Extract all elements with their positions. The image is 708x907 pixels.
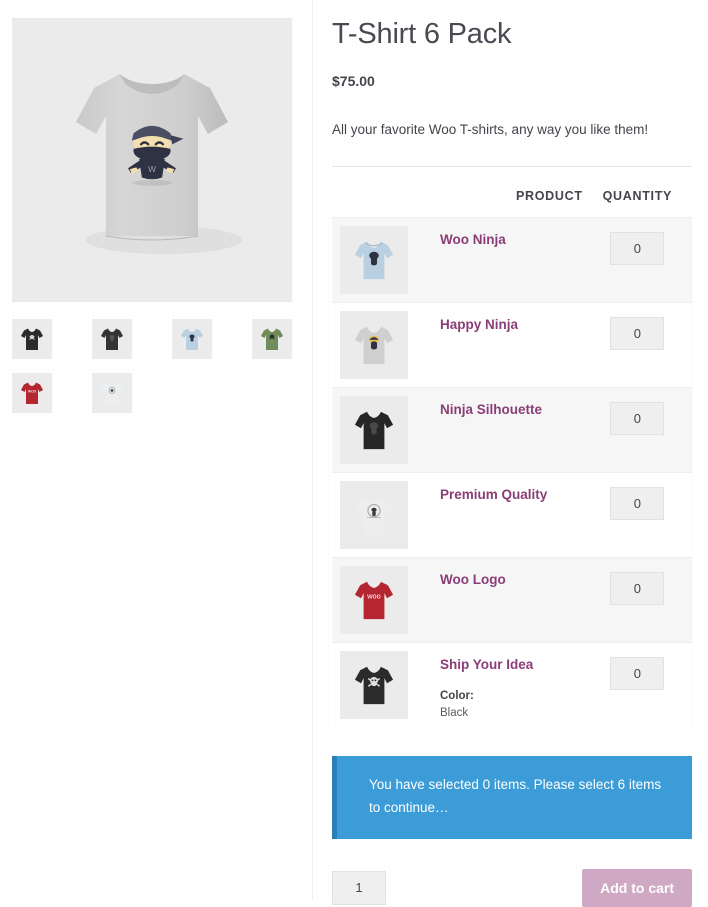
row-product-cell: Woo Logo [408,557,583,642]
row-thumbnail-cell [332,642,408,730]
add-to-cart-row: Add to cart [332,868,692,907]
column-header-product: PRODUCT [516,188,583,203]
row-product-cell: Woo Ninja [408,217,583,302]
tshirt-thumb-icon [101,382,123,404]
tshirt-thumb-icon: woo [21,382,43,404]
svg-text:W: W [148,165,156,174]
gallery-thumbnail[interactable] [92,319,132,359]
row-product-cell: Ninja Silhouette [408,387,583,472]
gallery-thumbnail[interactable] [12,319,52,359]
row-quantity-cell [583,642,692,730]
product-link[interactable]: Ship Your Idea [440,657,533,672]
gallery-thumbnail[interactable] [172,319,212,359]
product-thumbnail[interactable] [340,395,408,464]
row-thumbnail-cell [332,302,408,387]
product-thumbnail[interactable] [340,650,408,719]
selection-notice: You have selected 0 items. Please select… [332,756,692,839]
quantity-input[interactable] [610,656,665,690]
tshirt-thumb-icon [21,328,43,350]
main-product-image[interactable]: W [12,18,292,302]
svg-text:woo: woo [366,591,381,600]
product-page: W woo T-Shirt 6 Pack $75.00 All your fav… [0,0,708,907]
gallery-thumbnail[interactable] [252,319,292,359]
tshirt-black-skull-icon [354,666,394,705]
table-row: Premium Quality [332,472,692,558]
row-thumbnail-cell [332,387,408,472]
product-short-description: All your favorite Woo T-shirts, any way … [332,122,649,138]
tshirt-white-ninja-icon [354,496,394,535]
table-header: PRODUCT QUANTITY [332,167,692,218]
tshirt-gray-ninja-icon [354,326,394,365]
row-quantity-cell [583,302,692,387]
table-row: Happy Ninja [332,302,692,388]
tshirt-blue-ninja-icon [354,241,394,280]
gallery-thumbnail[interactable] [92,373,132,413]
tshirt-thumb-icon [261,328,283,350]
row-thumbnail-cell [332,472,408,557]
product-thumbnail[interactable] [340,225,408,294]
bundled-products-table: PRODUCT QUANTITY Woo Ninja 0 Happy Ninja… [332,167,692,731]
row-quantity-cell [583,217,692,302]
table-row: woo Woo Logo [332,557,692,643]
table-row: Ninja Silhouette [332,387,692,473]
product-title: T-Shirt 6 Pack [332,18,512,50]
quantity-input[interactable] [610,486,665,520]
column-header-thumbnail [332,167,408,218]
gallery-thumbnails: woo [12,319,304,427]
row-product-cell: Happy Ninja [408,302,583,387]
product-link[interactable]: Premium Quality [440,487,547,502]
row-thumbnail-cell [332,217,408,302]
quantity-input[interactable] [610,571,665,605]
product-link[interactable]: Happy Ninja [440,317,518,332]
row-quantity-cell [583,387,692,472]
product-link[interactable]: Ninja Silhouette [440,402,542,417]
quantity-input[interactable] [610,401,665,435]
product-thumbnail[interactable] [340,480,408,549]
table-row: Ship Your Idea Color: Black [332,642,692,731]
table-body: Woo Ninja 0 Happy Ninja 0 Ninja Silhouet… [332,217,692,731]
table-row: Woo Ninja [332,217,692,303]
product-variation: Color: Black [440,688,583,723]
add-to-cart-button[interactable]: Add to cart [582,868,692,907]
product-link[interactable]: Woo Logo [440,572,506,587]
tshirt-black-ninja-icon [354,411,394,450]
product-summary: T-Shirt 6 Pack $75.00 All your favorite … [314,0,708,907]
product-thumbnail[interactable] [340,310,408,379]
tshirt-red-woo-icon: woo [354,581,394,620]
product-link[interactable]: Woo Ninja [440,232,506,247]
row-quantity-cell [583,472,692,557]
product-price: $75.00 [332,73,375,90]
row-product-cell: Premium Quality [408,472,583,557]
tshirt-thumb-icon [181,328,203,350]
column-header-quantity: QUANTITY [602,188,673,203]
variation-label: Color: [440,689,474,702]
quantity-input[interactable] [610,231,665,265]
row-quantity-cell [583,557,692,642]
row-product-cell: Ship Your Idea Color: Black [408,642,583,730]
row-thumbnail-cell: woo [332,557,408,642]
gallery-thumbnail[interactable]: woo [12,373,52,413]
product-gallery: W woo [0,0,314,900]
gray-tshirt-ninja-illustration: W [76,74,242,254]
variation-value: Black [440,707,469,720]
svg-text:woo: woo [28,389,37,394]
product-thumbnail[interactable]: woo [340,565,408,634]
quantity-input[interactable] [610,316,665,350]
tshirt-thumb-icon [101,328,123,350]
